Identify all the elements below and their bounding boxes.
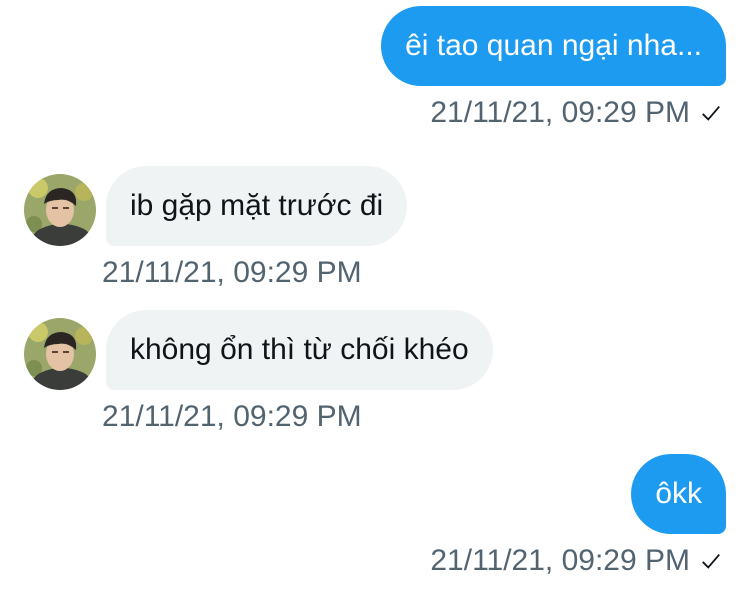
avatar-image bbox=[24, 174, 96, 246]
message-meta: 21/11/21, 09:29 PM bbox=[430, 96, 722, 130]
user-avatar[interactable] bbox=[24, 318, 96, 390]
message-meta: 21/11/21, 09:29 PM bbox=[102, 256, 362, 290]
check-icon bbox=[702, 553, 720, 569]
avatar-image bbox=[24, 318, 96, 390]
message-text: ib gặp mặt trước đi bbox=[130, 189, 384, 222]
received-message-bubble[interactable]: ib gặp mặt trước đi bbox=[106, 166, 408, 246]
message-timestamp: 21/11/21, 09:29 PM bbox=[430, 544, 690, 577]
message-text: êi tao quan ngại nha... bbox=[405, 29, 702, 62]
received-message-bubble[interactable]: không ổn thì từ chối khéo bbox=[106, 310, 493, 390]
message-meta: 21/11/21, 09:29 PM bbox=[430, 544, 722, 578]
message-timestamp: 21/11/21, 09:29 PM bbox=[102, 256, 362, 289]
message-text: không ổn thì từ chối khéo bbox=[130, 333, 469, 366]
sent-message-bubble[interactable]: ôkk bbox=[631, 454, 726, 534]
message-timestamp: 21/11/21, 09:29 PM bbox=[430, 96, 690, 129]
user-avatar[interactable] bbox=[24, 174, 96, 246]
check-icon bbox=[702, 105, 720, 121]
message-text: ôkk bbox=[655, 477, 702, 510]
message-timestamp: 21/11/21, 09:29 PM bbox=[102, 400, 362, 433]
sent-message-bubble[interactable]: êi tao quan ngại nha... bbox=[381, 6, 726, 86]
message-meta: 21/11/21, 09:29 PM bbox=[102, 400, 362, 434]
message-thread: êi tao quan ngại nha... 21/11/21, 09:29 … bbox=[0, 0, 750, 600]
